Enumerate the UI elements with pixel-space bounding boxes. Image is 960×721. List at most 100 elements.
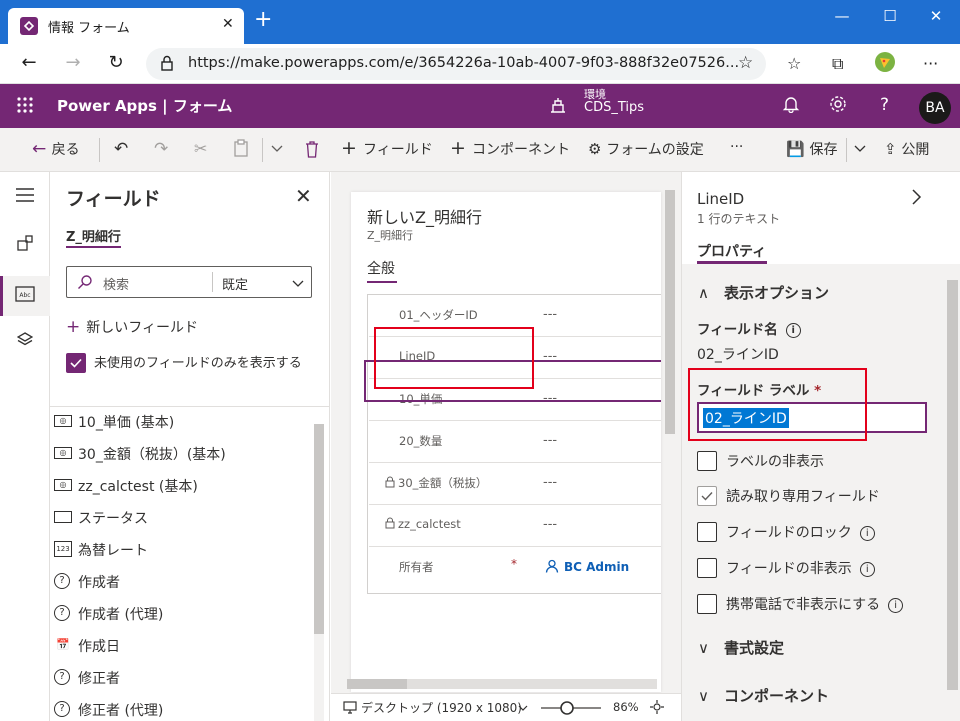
form-field-value: --- [543, 517, 557, 532]
back-button[interactable]: ← 戻る [32, 139, 80, 159]
form-field-row[interactable]: 30_金額（税抜） --- [369, 463, 661, 505]
delete-icon[interactable] [304, 140, 320, 158]
back-arrow-icon[interactable]: ← [16, 52, 42, 76]
add-field-button[interactable]: + フィールド [341, 139, 433, 159]
extension-icon[interactable] [873, 50, 897, 74]
redo-icon[interactable]: ↷ [154, 139, 168, 159]
publish-button[interactable]: ⇪ 公開 [884, 139, 929, 159]
hamburger-menu-icon[interactable] [16, 188, 34, 202]
form-field-row[interactable]: 20_数量 --- [369, 421, 661, 463]
form-field-value-text: --- [543, 433, 558, 448]
help-icon[interactable]: ? [880, 95, 889, 115]
components-icon[interactable] [17, 235, 33, 251]
fields-panel: フィールド ✕ Z_明細行 検索 既定 + 新しいフィールド 未使用のフィールドの… [50, 172, 330, 721]
chevron-down-icon: ∨ [698, 639, 709, 657]
settings-gear-icon[interactable] [829, 95, 847, 113]
paste-icon[interactable] [233, 139, 249, 157]
forward-arrow-icon[interactable]: → [60, 52, 86, 76]
unused-only-label: 未使用のフィールドのみを表示する [94, 356, 302, 371]
device-selector[interactable]: デスクトップ (1920 x 1080) [361, 699, 522, 716]
highlight-box [688, 368, 867, 441]
chevron-down-icon[interactable] [291, 276, 305, 290]
hide-field-checkbox[interactable] [697, 558, 717, 578]
command-bar: ← 戻る ↶ ↷ ✂ + フィールド + コンポーネント ⚙ フォームの設定 ·… [0, 128, 960, 172]
hide-on-mobile-label-text: 携帯電話で非表示にする [726, 597, 881, 613]
display-options-header[interactable]: ∧ 表示オプション [698, 282, 829, 303]
form-field-row[interactable]: zz_calctest --- [369, 505, 661, 547]
formatting-header[interactable]: ∨ 書式設定 [698, 637, 784, 658]
add-field-label: フィールド [362, 142, 433, 158]
scrollbar-thumb[interactable] [314, 424, 324, 634]
minimize-button[interactable]: — [822, 6, 862, 30]
fields-icon[interactable]: Abc [15, 284, 35, 304]
refresh-icon[interactable]: ↻ [103, 52, 129, 76]
components-header[interactable]: ∨ コンポーネント [698, 685, 829, 706]
lookup-icon: ? [54, 669, 70, 685]
hide-on-mobile-checkbox[interactable] [697, 594, 717, 614]
form-field-row[interactable]: 所有者 * BC Admin [369, 547, 661, 589]
form-field-value-text: --- [543, 475, 558, 490]
save-button[interactable]: 💾 保存 [786, 139, 837, 159]
hide-field-label-text: フィールドの非表示 [726, 561, 852, 577]
scrollbar-thumb[interactable] [665, 190, 675, 434]
environment-icon [548, 96, 568, 116]
fit-to-screen-icon[interactable] [649, 699, 665, 715]
info-icon[interactable]: i [859, 526, 875, 541]
lookup-icon: ? [54, 573, 70, 589]
add-component-label: コンポーネント [471, 142, 570, 158]
collections-icon[interactable]: ⧉ [832, 54, 843, 74]
lock-field-checkbox[interactable] [697, 522, 717, 542]
required-mark: * [511, 557, 517, 571]
chevron-right-icon[interactable] [910, 188, 922, 206]
url-field[interactable]: https://make.powerapps.com/e/3654226a-10… [146, 48, 766, 80]
favorite-star-icon[interactable]: ☆ [738, 53, 753, 73]
notification-bell-icon[interactable] [782, 95, 800, 113]
info-icon[interactable]: i [888, 598, 904, 613]
save-label: 保存 [809, 142, 838, 158]
chevron-up-icon: ∧ [698, 284, 709, 302]
field-filter-select[interactable]: 既定 [222, 274, 248, 293]
info-icon[interactable]: i [859, 562, 875, 577]
form-field-label: zz_calctest [385, 517, 461, 531]
unused-only-checkbox[interactable] [66, 353, 86, 373]
entity-tab-underline [66, 246, 121, 248]
zoom-slider[interactable] [539, 698, 603, 718]
app-brand[interactable]: Power Apps | フォーム [57, 95, 232, 116]
info-icon[interactable]: i [785, 323, 801, 338]
browser-tab[interactable]: 情報 フォーム ✕ [8, 8, 244, 44]
cut-icon[interactable]: ✂ [194, 139, 207, 158]
chevron-down-icon[interactable] [270, 141, 284, 155]
properties-panel: LineID 1 行のテキスト プロパティ ∧ 表示オプション フィールド名 i 0… [681, 172, 960, 721]
read-only-checkbox[interactable] [697, 486, 717, 506]
close-icon[interactable]: ✕ [295, 184, 312, 208]
horizontal-scrollbar-thumb[interactable] [347, 679, 407, 689]
entity-tab[interactable]: Z_明細行 [66, 226, 121, 245]
tab-close-icon[interactable]: ✕ [222, 16, 234, 32]
field-search-input[interactable]: 検索 既定 [66, 266, 312, 298]
tab-general[interactable]: 全般 [367, 258, 395, 278]
undo-icon[interactable]: ↶ [114, 139, 128, 159]
avatar[interactable]: BA [919, 92, 951, 124]
maximize-button[interactable]: ☐ [870, 6, 910, 30]
browser-menu-icon[interactable]: ··· [923, 54, 938, 73]
hide-label-checkbox[interactable] [697, 451, 717, 471]
close-window-button[interactable]: ✕ [916, 6, 956, 30]
new-field-button[interactable]: + 新しいフィールド [66, 317, 198, 337]
layers-icon[interactable] [17, 332, 33, 348]
save-options-chevron-icon[interactable] [853, 141, 867, 155]
favorites-icon[interactable]: ☆ [787, 54, 801, 73]
tab-properties[interactable]: プロパティ [697, 241, 766, 261]
scrollbar-thumb[interactable] [947, 280, 958, 690]
chevron-down-icon[interactable] [517, 702, 529, 714]
components-label: コンポーネント [724, 687, 830, 705]
field-name-label: フィールド名 i [697, 318, 801, 338]
more-button[interactable]: ··· [730, 139, 743, 155]
new-tab-button[interactable]: + [254, 9, 272, 31]
browser-tab-bar: 情報 フォーム ✕ + — ☐ ✕ [0, 0, 960, 44]
field-list-item-label: 為替レート [78, 543, 148, 559]
read-only-label: 読み取り専用フィールド [726, 489, 880, 505]
add-component-button[interactable]: + コンポーネント [450, 139, 570, 159]
form-settings-button[interactable]: ⚙ フォームの設定 [588, 139, 704, 159]
environment-name[interactable]: CDS_Tips [584, 100, 644, 115]
app-launcher-icon[interactable] [16, 96, 34, 114]
